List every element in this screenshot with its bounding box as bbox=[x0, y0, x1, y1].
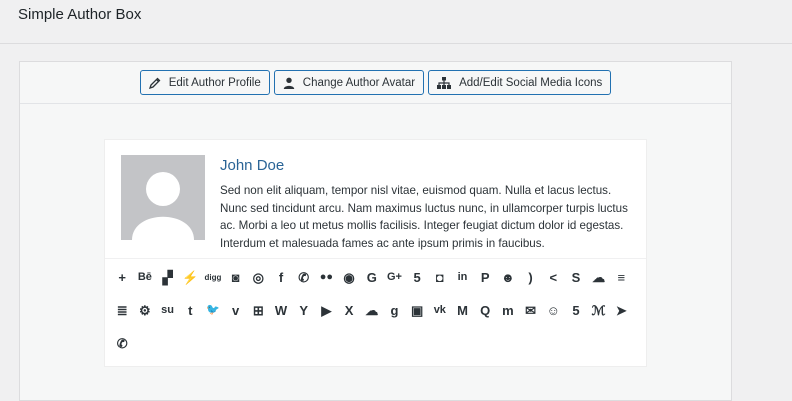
social-icons-list: + Bē ▞ ⚡ digg ◙ ◎ f ✆ ●● ◉ G G+ 5 ◘ in P ☻) < S ☁ ≡ ≣ ⚙ su t 🐦 v ⊞ W Y… bbox=[113, 268, 645, 353]
medium-icon[interactable]: M bbox=[453, 301, 471, 320]
pencil-icon bbox=[148, 77, 161, 89]
sitemap-icon bbox=[437, 76, 452, 89]
delicious-icon[interactable]: ▞ bbox=[158, 268, 176, 287]
youtube-icon[interactable]: ▶ bbox=[317, 301, 335, 320]
mastodon-icon[interactable]: ℳ bbox=[589, 301, 607, 320]
author-bio: Sed non elit aliquam, tempor nisl vitae,… bbox=[220, 184, 628, 250]
instagram-icon[interactable]: ◘ bbox=[431, 268, 449, 287]
tumblr-icon[interactable]: t bbox=[181, 301, 199, 320]
spotify-icon[interactable]: ≡ bbox=[612, 268, 630, 287]
title-divider bbox=[0, 43, 792, 44]
edit-author-profile-label: Edit Author Profile bbox=[168, 76, 261, 89]
change-author-avatar-button[interactable]: Change Author Avatar bbox=[273, 70, 425, 95]
change-author-avatar-label: Change Author Avatar bbox=[302, 76, 416, 89]
facebook-icon[interactable]: f bbox=[272, 268, 290, 287]
twitter-icon[interactable]: 🐦 bbox=[204, 301, 222, 320]
avatar bbox=[121, 155, 205, 240]
googleplus-icon[interactable]: G+ bbox=[385, 268, 403, 287]
icons-divider bbox=[105, 258, 646, 259]
digg-icon[interactable]: digg bbox=[204, 268, 222, 287]
dribbble-icon[interactable]: ◎ bbox=[249, 268, 267, 287]
sharethis-icon[interactable]: < bbox=[544, 268, 562, 287]
steam-icon[interactable]: ⚙ bbox=[136, 301, 154, 320]
500px-icon[interactable]: 5 bbox=[567, 301, 585, 320]
google-icon[interactable]: G bbox=[363, 268, 381, 287]
soundcloud-icon[interactable]: ☁ bbox=[589, 268, 607, 287]
wordpress-icon[interactable]: W bbox=[272, 301, 290, 320]
yahoo-icon[interactable]: Y bbox=[295, 301, 313, 320]
meetup-icon[interactable]: m bbox=[499, 301, 517, 320]
behance-icon[interactable]: Bē bbox=[136, 268, 154, 287]
edit-author-profile-button[interactable]: Edit Author Profile bbox=[139, 70, 270, 95]
vk-icon[interactable]: vk bbox=[431, 301, 449, 320]
mixcloud-icon[interactable]: ☁ bbox=[363, 301, 381, 320]
xing-icon[interactable]: X bbox=[340, 301, 358, 320]
telegram-icon[interactable]: ➤ bbox=[612, 301, 630, 320]
add-edit-social-icons-label: Add/Edit Social Media Icons bbox=[459, 76, 603, 89]
discord-icon[interactable]: ◙ bbox=[226, 268, 244, 287]
user-icon bbox=[283, 77, 295, 89]
skype-icon[interactable]: S bbox=[567, 268, 585, 287]
quora-icon[interactable]: Q bbox=[476, 301, 494, 320]
goodreads-icon[interactable]: g bbox=[385, 301, 403, 320]
email-icon[interactable]: ✉ bbox=[521, 301, 539, 320]
stumbleupon-icon[interactable]: su bbox=[158, 301, 176, 320]
pinterest-icon[interactable]: P bbox=[476, 268, 494, 287]
page-title: Simple Author Box bbox=[18, 6, 142, 23]
author-box-card: John Doe Sed non elit aliquam, tempor ni… bbox=[104, 139, 647, 367]
whatsapp-icon[interactable]: ✆ bbox=[295, 268, 313, 287]
twitch-icon[interactable]: ▣ bbox=[408, 301, 426, 320]
reddit-icon[interactable]: ☻ bbox=[499, 268, 517, 287]
windows-icon[interactable]: ⊞ bbox=[249, 301, 267, 320]
snapchat-icon[interactable]: ☺ bbox=[544, 301, 562, 320]
stackexchange-icon[interactable]: ≣ bbox=[113, 301, 131, 320]
rss-icon[interactable]: ) bbox=[521, 268, 539, 287]
preview-toolbar: Edit Author Profile Change Author Avatar… bbox=[20, 62, 731, 104]
author-name[interactable]: John Doe bbox=[220, 157, 284, 174]
add-edit-social-icons-button[interactable]: Add/Edit Social Media Icons bbox=[428, 70, 612, 95]
addthis-icon[interactable]: + bbox=[113, 268, 131, 287]
github-icon[interactable]: ◉ bbox=[340, 268, 358, 287]
vimeo-icon[interactable]: v bbox=[226, 301, 244, 320]
linkedin-icon[interactable]: in bbox=[453, 268, 471, 287]
flickr-icon[interactable]: ●● bbox=[317, 268, 335, 287]
phone-icon[interactable]: ✆ bbox=[113, 334, 131, 353]
html5-icon[interactable]: 5 bbox=[408, 268, 426, 287]
deviantart-icon[interactable]: ⚡ bbox=[181, 268, 199, 287]
